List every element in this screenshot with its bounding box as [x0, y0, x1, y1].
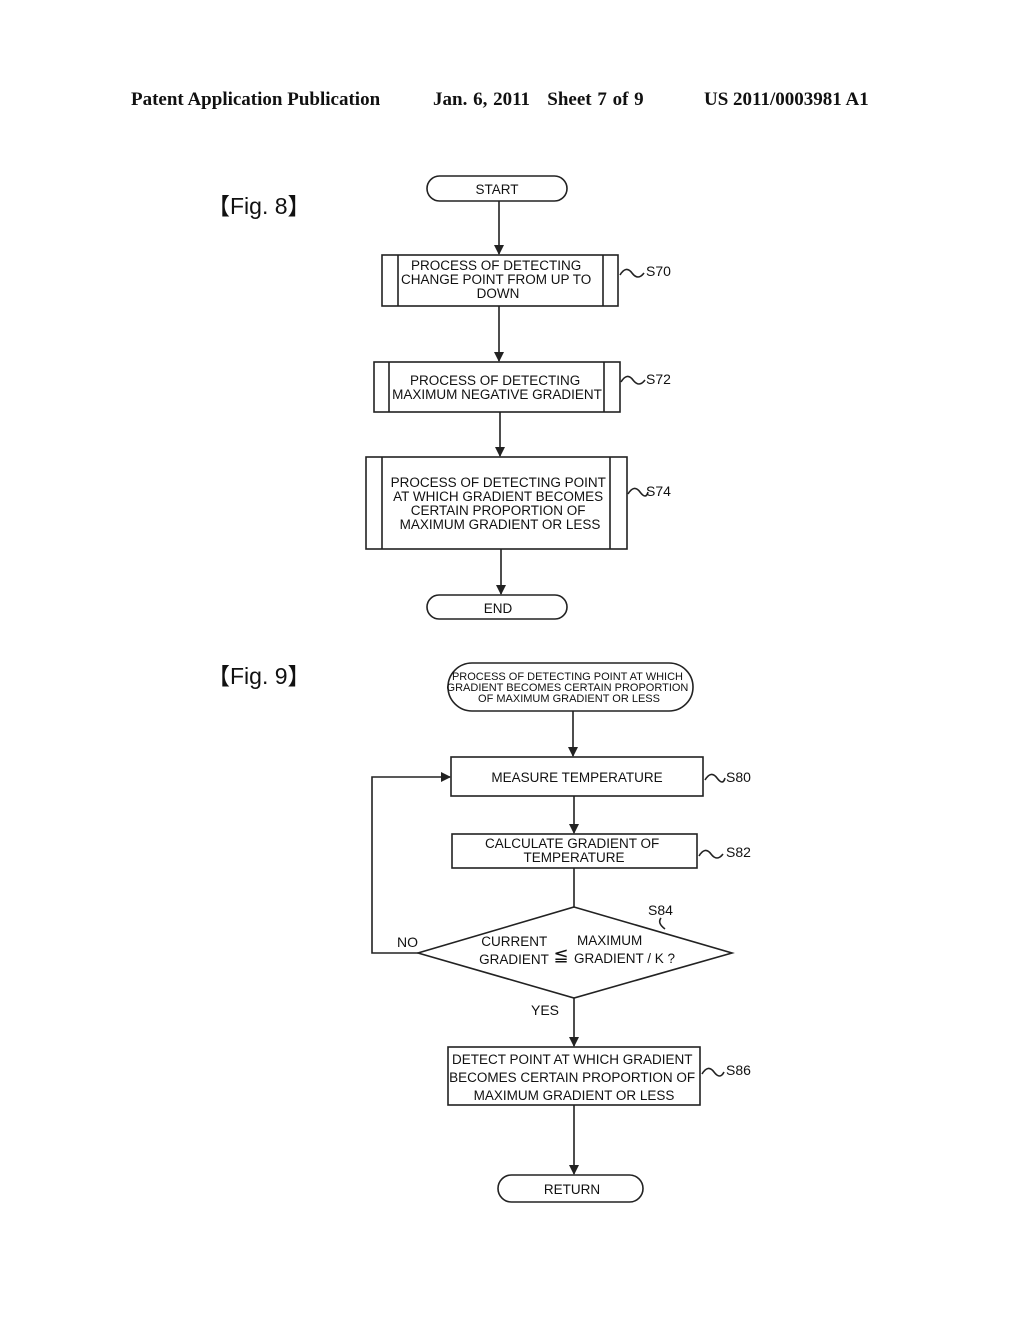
step-s74: PROCESS OF DETECTING POINT AT WHICH GRAD… — [365, 456, 628, 550]
leader-s72 — [620, 375, 646, 385]
step-id-s72: S72 — [646, 371, 671, 387]
step-s72-text: PROCESS OF DETECTING MAXIMUM NEGATIVE GR… — [392, 373, 602, 402]
step-s80-text: MEASURE TEMPERATURE — [491, 770, 662, 785]
return-terminal: RETURN — [497, 1174, 644, 1203]
end-label: END — [484, 601, 513, 616]
step-s82: CALCULATE GRADIENT OF TEMPERATURE — [451, 833, 698, 869]
yes-label: YES — [531, 1002, 559, 1018]
step-id-s70: S70 — [646, 263, 671, 279]
step-id-s86: S86 — [726, 1062, 751, 1078]
decision-s84: CURRENT GRADIENT ≦ MAXIMUM GRADIENT / K … — [415, 906, 735, 999]
leader-s80 — [704, 773, 726, 783]
fig9-start-text: PROCESS OF DETECTING POINT AT WHICH GRAD… — [447, 671, 692, 705]
step-s70: PROCESS OF DETECTING CHANGE POINT FROM U… — [381, 254, 619, 307]
step-s86-text: DETECT POINT AT WHICH GRADIENT BECOMES C… — [449, 1052, 699, 1103]
leader-s82 — [698, 849, 724, 859]
no-label: NO — [397, 934, 418, 950]
step-id-s82: S82 — [726, 844, 751, 860]
flowchart-canvas: START PROCESS OF DETECTING CHANGE POINT … — [365, 175, 751, 1203]
fig8-end-terminal: END — [426, 594, 568, 620]
step-s72: PROCESS OF DETECTING MAXIMUM NEGATIVE GR… — [373, 361, 621, 413]
return-label: RETURN — [544, 1182, 600, 1197]
leader-s86 — [701, 1067, 725, 1077]
leader-s84 — [658, 917, 666, 930]
leader-s74 — [627, 487, 649, 497]
start-label: START — [475, 182, 518, 197]
step-id-s74: S74 — [646, 483, 671, 499]
step-s80: MEASURE TEMPERATURE — [450, 756, 704, 797]
fig9-start-terminal: PROCESS OF DETECTING POINT AT WHICH GRAD… — [447, 662, 694, 712]
leader-s70 — [619, 268, 645, 278]
step-s74-text: PROCESS OF DETECTING POINT AT WHICH GRAD… — [391, 475, 610, 532]
step-s86: DETECT POINT AT WHICH GRADIENT BECOMES C… — [447, 1046, 701, 1106]
loop-no-arrow — [371, 772, 451, 954]
decision-operator: ≦ — [553, 945, 568, 965]
step-id-s84: S84 — [648, 902, 673, 918]
step-id-s80: S80 — [726, 769, 751, 785]
fig8-start-terminal: START — [426, 175, 568, 202]
